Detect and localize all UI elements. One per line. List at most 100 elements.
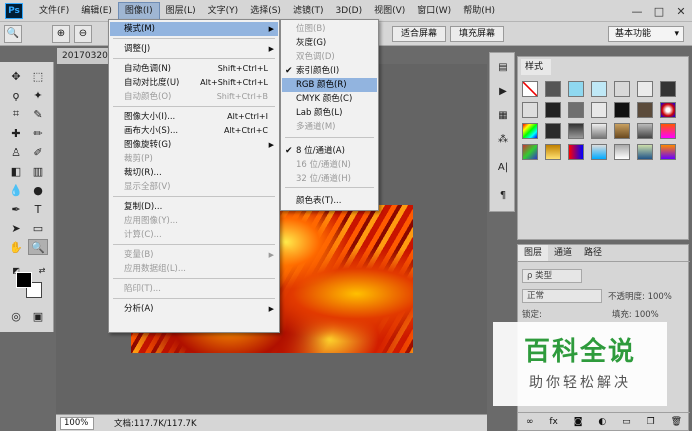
image-menu-item[interactable]: 自动色调(N) Shift+Ctrl+L — [110, 62, 278, 76]
character-panel-icon[interactable]: A| — [495, 159, 511, 175]
image-menu-item[interactable]: 自动颜色(O) Shift+Ctrl+B — [110, 90, 278, 104]
tab-paths[interactable]: 路径 — [578, 245, 608, 261]
mode-menu-item[interactable]: 颜色表(T)... — [282, 194, 377, 208]
menu-help[interactable]: 帮助(H) — [457, 2, 501, 20]
menu-file[interactable]: 文件(F) — [33, 2, 75, 20]
style-swatch[interactable] — [545, 144, 561, 160]
image-menu-item[interactable]: 调整(J) ▶ — [110, 42, 278, 56]
maximize-button[interactable]: □ — [648, 0, 670, 22]
mask-icon[interactable]: ◙ — [574, 417, 583, 427]
menu-select[interactable]: 选择(S) — [244, 2, 287, 20]
gradient-icon[interactable]: ▥ — [28, 163, 48, 179]
zoom-in-icon[interactable]: ⊕ — [52, 24, 70, 43]
style-swatch[interactable] — [660, 144, 676, 160]
style-swatch[interactable] — [614, 81, 630, 97]
mode-menu-item[interactable]: ✔ 索引颜色(I) — [282, 64, 377, 78]
style-swatch[interactable] — [614, 123, 630, 139]
fill-screen-button[interactable]: 填充屏幕 — [450, 26, 505, 42]
zoom-out-icon[interactable]: ⊖ — [74, 24, 92, 43]
actions-panel-icon[interactable]: ▶ — [495, 83, 511, 99]
blur-tool-icon[interactable]: 💧 — [6, 182, 26, 198]
image-menu-item[interactable]: 显示全部(V) — [110, 180, 278, 194]
zoom-tool-icon[interactable]: 🔍 — [28, 239, 48, 255]
style-swatch[interactable] — [522, 123, 538, 139]
zoom-tool-icon[interactable]: 🔍 — [4, 24, 22, 43]
menu-filter[interactable]: 滤镜(T) — [287, 2, 330, 20]
styles-tab[interactable]: 样式 — [521, 59, 551, 75]
tab-layers[interactable]: 图层 — [518, 245, 549, 261]
trash-icon[interactable]: 🗑 — [671, 417, 682, 427]
zoom-field[interactable]: 100% — [60, 416, 94, 430]
style-swatch[interactable] — [637, 144, 653, 160]
menu-layer[interactable]: 图层(L) — [160, 2, 202, 20]
close-button[interactable]: ✕ — [670, 0, 692, 22]
brush-tool-icon[interactable]: ✏ — [28, 125, 48, 141]
folder-icon[interactable]: ▭ — [622, 417, 631, 427]
style-swatch[interactable] — [637, 123, 653, 139]
layer-filter-select[interactable]: ρ 类型 — [522, 269, 582, 283]
type-tool-icon[interactable]: T — [28, 201, 48, 217]
image-menu-item[interactable]: 陷印(T)... — [110, 282, 278, 296]
mode-menu-item[interactable]: 位图(B) — [282, 22, 377, 36]
image-menu-item[interactable]: 应用数据组(L)... — [110, 262, 278, 276]
mode-menu-item[interactable]: CMYK 颜色(C) — [282, 92, 377, 106]
style-swatch[interactable] — [614, 144, 630, 160]
image-menu-item[interactable]: 变量(B) ▶ — [110, 248, 278, 262]
history-brush-icon[interactable]: ✐ — [28, 144, 48, 160]
menu-image[interactable]: 图像(I) — [117, 1, 160, 20]
mode-menu-item[interactable]: RGB 颜色(R) — [282, 78, 377, 92]
style-swatch[interactable] — [637, 81, 653, 97]
new-layer-icon[interactable]: ❐ — [647, 417, 655, 427]
image-menu-item[interactable]: 复制(D)... — [110, 200, 278, 214]
healing-brush-icon[interactable]: ✚ — [6, 125, 26, 141]
eraser-icon[interactable]: ◧ — [6, 163, 26, 179]
menu-edit[interactable]: 编辑(E) — [75, 2, 118, 20]
mode-menu-item[interactable]: Lab 颜色(L) — [282, 106, 377, 120]
style-swatch[interactable] — [660, 102, 676, 118]
style-swatch[interactable] — [545, 81, 561, 97]
quick-mask-icon[interactable]: ◎ — [6, 308, 26, 324]
paragraph-panel-icon[interactable]: ¶ — [495, 187, 511, 203]
doc-size-info[interactable]: 文档:117.7K/117.7K — [114, 417, 197, 429]
menu-type[interactable]: 文字(Y) — [202, 2, 245, 20]
style-swatch[interactable] — [545, 102, 561, 118]
mode-menu-item[interactable]: 16 位/通道(N) — [282, 158, 377, 172]
image-menu-item[interactable]: 裁切(R)... — [110, 166, 278, 180]
style-swatch[interactable] — [522, 81, 538, 97]
style-swatch[interactable] — [591, 81, 607, 97]
fx-icon[interactable]: fx — [549, 417, 558, 427]
style-swatch[interactable] — [545, 123, 561, 139]
style-swatch[interactable] — [568, 81, 584, 97]
image-menu-item[interactable]: 图像大小(I)... Alt+Ctrl+I — [110, 110, 278, 124]
workspace-select[interactable]: 基本功能 — [608, 26, 684, 42]
pen-tool-icon[interactable]: ✒ — [6, 201, 26, 217]
dodge-tool-icon[interactable]: ● — [28, 182, 48, 198]
style-swatch[interactable] — [660, 123, 676, 139]
mode-menu-item[interactable]: ✔ 8 位/通道(A) — [282, 144, 377, 158]
style-swatch[interactable] — [591, 102, 607, 118]
swap-colors-icon[interactable]: ⇄ — [32, 262, 52, 278]
menu-view[interactable]: 视图(V) — [368, 2, 411, 20]
eyedropper-icon[interactable]: ✎ — [28, 106, 48, 122]
style-swatch[interactable] — [591, 123, 607, 139]
marquee-tool-icon[interactable]: ⬚ — [28, 68, 48, 84]
minimize-button[interactable]: — — [626, 0, 648, 22]
adjustment-icon[interactable]: ◐ — [598, 417, 606, 427]
image-menu-item[interactable]: 自动对比度(U) Alt+Shift+Ctrl+L — [110, 76, 278, 90]
image-menu-item[interactable]: 应用图像(Y)... — [110, 214, 278, 228]
mode-menu-item[interactable]: 32 位/通道(H) — [282, 172, 377, 186]
image-menu-item[interactable]: 计算(C)... — [110, 228, 278, 242]
brush-panel-icon[interactable]: ⁂ — [495, 131, 511, 147]
clone-stamp-icon[interactable]: ♙ — [6, 144, 26, 160]
image-menu-item[interactable]: 图像旋转(G) ▶ — [110, 138, 278, 152]
image-menu-item[interactable]: 模式(M) ▶ — [110, 22, 278, 36]
blend-mode-select[interactable]: 正常 — [522, 289, 602, 303]
magic-wand-icon[interactable]: ✦ — [28, 87, 48, 103]
move-tool-icon[interactable]: ✥ — [6, 68, 26, 84]
style-swatch[interactable] — [660, 81, 676, 97]
link-icon[interactable]: ∞ — [526, 417, 534, 427]
menu-3d[interactable]: 3D(D) — [329, 2, 368, 20]
mode-menu-item[interactable]: 灰度(G) — [282, 36, 377, 50]
fill-field[interactable]: 填充: 100% — [612, 308, 659, 320]
lasso-tool-icon[interactable]: ϙ — [6, 87, 26, 103]
